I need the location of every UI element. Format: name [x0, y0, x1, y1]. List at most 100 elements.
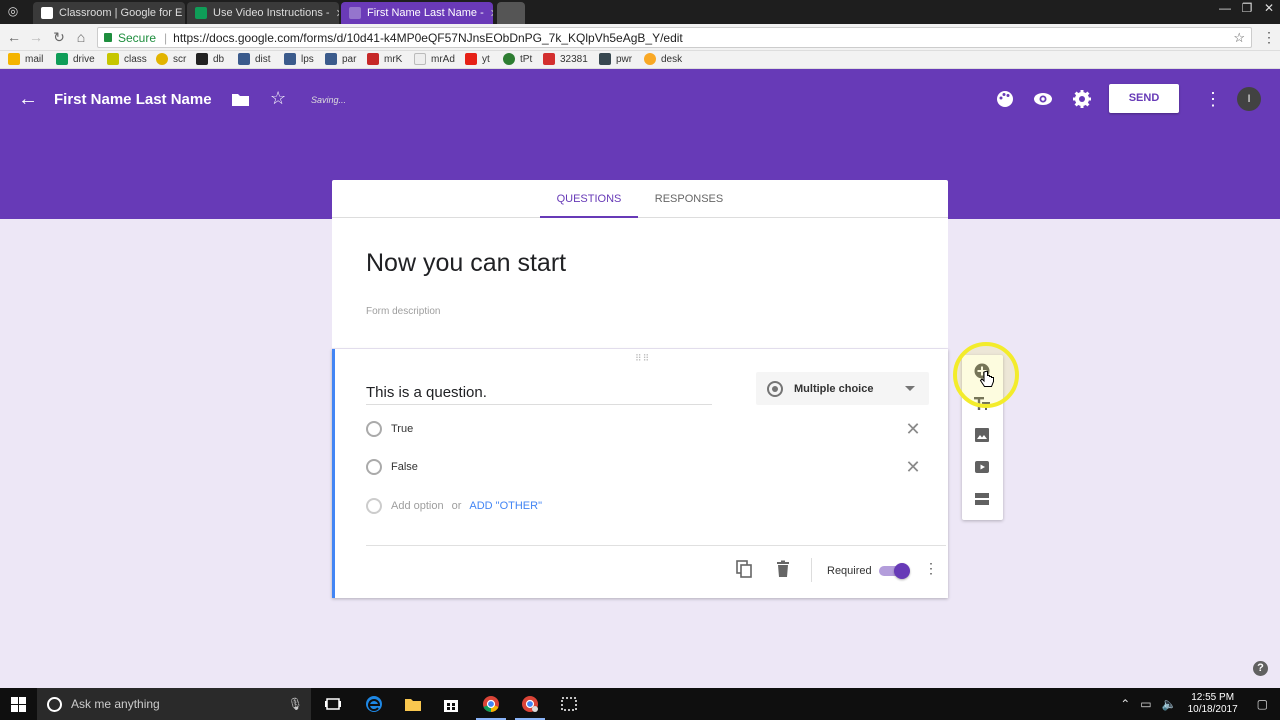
close-tab-icon[interactable]: ✕ — [330, 7, 339, 20]
add-other-button[interactable]: ADD "OTHER" — [469, 500, 542, 512]
bookmark-db[interactable]: db — [196, 53, 224, 65]
required-toggle[interactable] — [879, 563, 910, 579]
form-title[interactable]: Now you can start — [366, 249, 566, 278]
add-option-button[interactable]: Add option — [391, 500, 444, 512]
form-description-field[interactable]: Form description — [366, 306, 440, 317]
settings-gear-icon[interactable] — [1072, 89, 1092, 109]
edge-icon[interactable] — [365, 695, 383, 713]
bookmark-lps[interactable]: lps — [284, 53, 314, 65]
address-row: ← → ↻ ⌂ Secure | https://docs.google.com… — [0, 24, 1280, 51]
bookmark-icon — [414, 53, 426, 65]
bookmark-icon — [107, 53, 119, 65]
form-tabs: QUESTIONS RESPONSES — [332, 180, 948, 218]
home-icon[interactable]: ⌂ — [73, 29, 89, 45]
chevron-up-icon[interactable]: ⌃ — [1120, 697, 1130, 711]
youtube-icon — [465, 53, 477, 65]
tab-questions[interactable]: QUESTIONS — [540, 180, 638, 218]
more-vert-icon[interactable]: ⋮ — [1204, 89, 1222, 110]
bookmark-icon — [325, 53, 337, 65]
send-button[interactable]: SEND — [1109, 84, 1179, 113]
browser-tab-classroom[interactable]: Classroom | Google for E ✕ — [33, 2, 185, 24]
volume-icon[interactable]: 🔈 — [1162, 697, 1177, 711]
avatar[interactable]: I — [1237, 87, 1261, 111]
radio-circle-icon — [366, 459, 382, 475]
remove-option-icon[interactable]: ✕ — [905, 457, 921, 478]
forward-icon[interactable]: → — [28, 29, 44, 45]
question-card[interactable]: ⠿⠿ This is a question. Multiple choice T… — [332, 349, 948, 598]
bookmark-pwr[interactable]: pwr — [599, 53, 632, 65]
add-section-icon[interactable] — [974, 491, 990, 507]
palette-icon[interactable] — [995, 89, 1015, 109]
question-type-label: Multiple choice — [794, 382, 874, 395]
add-video-icon[interactable] — [974, 459, 990, 475]
form-name[interactable]: First Name Last Name — [54, 91, 212, 108]
task-view-icon[interactable] — [324, 695, 342, 713]
help-icon[interactable]: ? — [1253, 661, 1268, 676]
tab-responses[interactable]: RESPONSES — [640, 180, 738, 218]
new-tab-button[interactable] — [497, 2, 525, 24]
option-label[interactable]: False — [391, 461, 418, 473]
option-label[interactable]: True — [391, 423, 413, 435]
bookmark-label: lps — [301, 53, 314, 65]
duplicate-icon[interactable] — [735, 560, 753, 578]
cortana-icon — [47, 696, 62, 712]
folder-icon[interactable] — [232, 93, 249, 106]
google-icon — [41, 7, 53, 19]
delete-trash-icon[interactable] — [774, 560, 792, 578]
add-image-icon[interactable] — [974, 427, 990, 443]
bookmark-32381[interactable]: 32381 — [543, 53, 588, 65]
bookmark-label: par — [342, 53, 357, 65]
file-explorer-icon[interactable] — [404, 695, 422, 713]
store-icon[interactable] — [442, 695, 460, 713]
close-window-icon[interactable]: ✕ — [1258, 0, 1280, 18]
bookmark-star-icon[interactable]: ☆ — [1233, 30, 1245, 46]
bookmark-mrad[interactable]: mrAd — [414, 53, 455, 65]
taskbar-search[interactable]: Ask me anything 🎙 — [37, 688, 311, 720]
browser-tab-video[interactable]: Use Video Instructions - ✕ — [187, 2, 339, 24]
close-tab-icon[interactable]: ✕ — [484, 7, 493, 20]
incognito-icon: ◎ — [7, 4, 19, 18]
bookmark-label: scr — [173, 53, 187, 65]
chrome-icon[interactable] — [482, 695, 500, 713]
bookmark-mail[interactable]: mail — [8, 53, 43, 65]
bookmark-label: tPt — [520, 53, 533, 65]
bookmark-desk[interactable]: desk — [644, 53, 682, 65]
back-arrow-icon[interactable]: ← — [18, 89, 38, 109]
bookmark-icon — [284, 53, 296, 65]
remove-option-icon[interactable]: ✕ — [905, 419, 921, 440]
minimize-icon[interactable]: — — [1214, 0, 1236, 18]
notifications-icon[interactable]: ▢ — [1257, 697, 1268, 711]
bookmark-mrk[interactable]: mrK — [367, 53, 402, 65]
system-clock[interactable]: 12:55 PM 10/18/2017 — [1188, 692, 1238, 716]
bookmark-tpt[interactable]: tPt — [503, 53, 532, 65]
preview-eye-icon[interactable] — [1033, 89, 1053, 109]
drag-handle-icon[interactable]: ⠿⠿ — [635, 353, 650, 364]
chrome-profile-icon[interactable] — [521, 695, 539, 713]
restore-icon[interactable]: ❐ — [1236, 0, 1258, 18]
microphone-icon[interactable]: 🎙 — [288, 697, 303, 711]
chrome-menu-icon[interactable]: ⋮ — [1262, 29, 1276, 46]
reload-icon[interactable]: ↻ — [51, 29, 67, 45]
bookmark-dist[interactable]: dist — [238, 53, 271, 65]
bookmark-scr[interactable]: scr — [156, 53, 186, 65]
bookmark-yt[interactable]: yt — [465, 53, 490, 65]
question-type-select[interactable]: Multiple choice — [756, 372, 929, 405]
bookmark-drive[interactable]: drive — [56, 53, 95, 65]
browser-tab-form[interactable]: First Name Last Name - ✕ — [341, 2, 493, 24]
windows-start-icon[interactable] — [11, 697, 26, 712]
bookmark-class[interactable]: class — [107, 53, 147, 65]
star-icon[interactable]: ☆ — [270, 88, 286, 109]
bookmark-icon — [599, 53, 611, 65]
bookmark-par[interactable]: par — [325, 53, 356, 65]
bookmark-label: desk — [661, 53, 683, 65]
address-bar[interactable]: Secure | https://docs.google.com/forms/d… — [97, 27, 1252, 48]
clock-date: 10/18/2017 — [1187, 704, 1238, 715]
bookmark-label: 32381 — [560, 53, 588, 65]
back-icon[interactable]: ← — [6, 29, 22, 45]
more-options-icon[interactable]: ⋮ — [924, 560, 938, 577]
close-tab-icon[interactable]: ✕ — [182, 7, 185, 20]
network-icon[interactable]: ▭ — [1140, 697, 1151, 711]
question-title-field[interactable]: This is a question. — [366, 384, 712, 405]
snipping-tool-icon[interactable] — [560, 695, 578, 713]
option-row: False — [366, 459, 418, 475]
